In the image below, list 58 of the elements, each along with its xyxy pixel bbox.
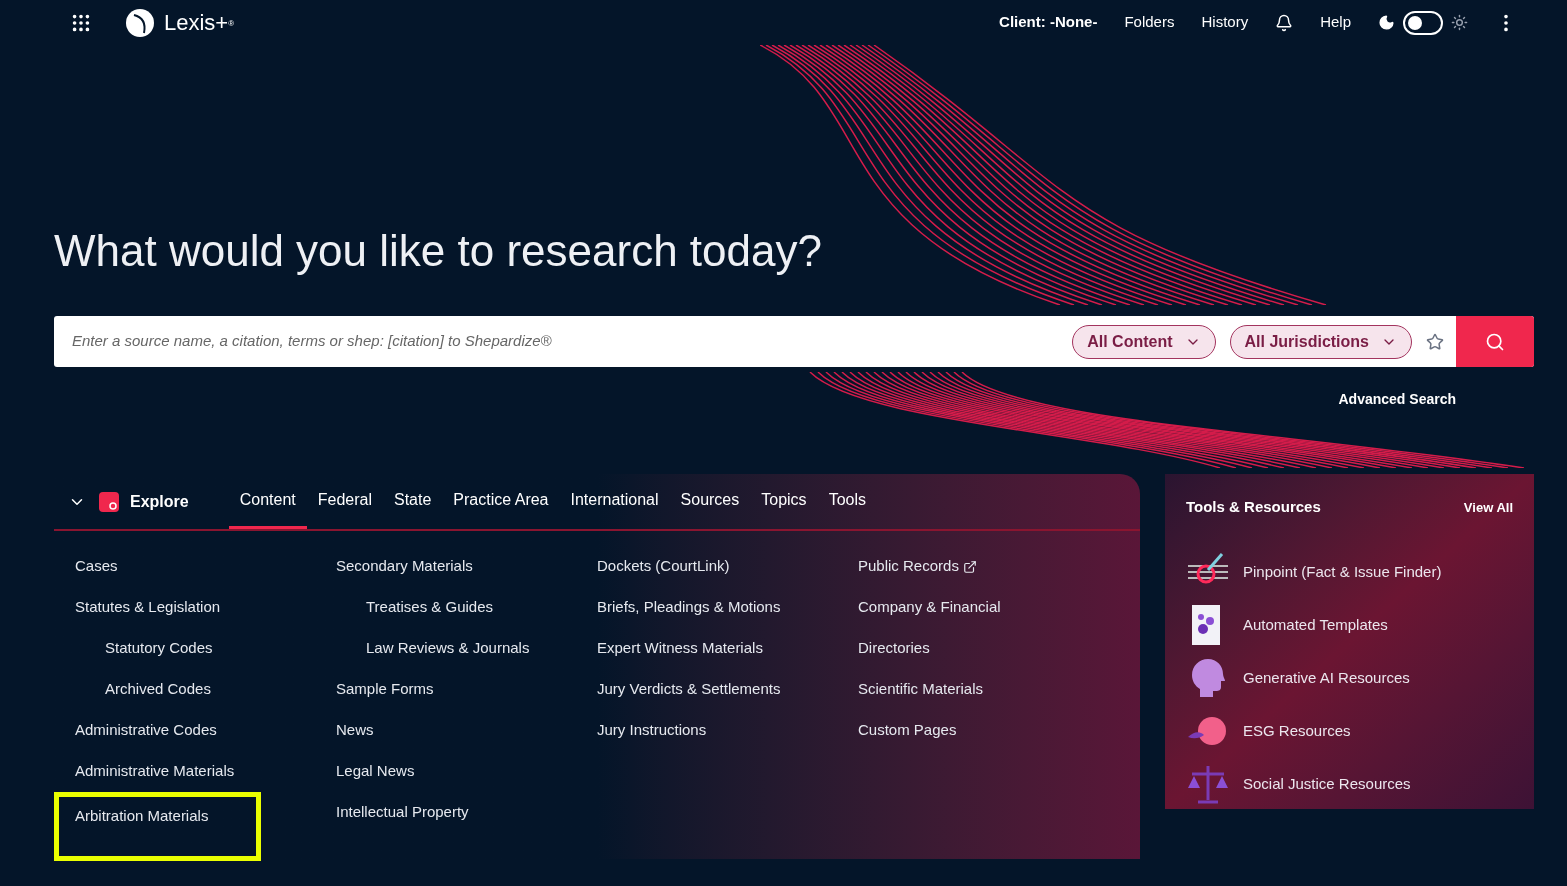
category-tab[interactable]: Federal (306, 474, 383, 529)
content-link[interactable]: Custom Pages (858, 719, 957, 742)
tool-link[interactable]: Automated Templates (1186, 598, 1513, 652)
page-heading: What would you like to research today? (54, 225, 823, 277)
content-link[interactable]: Dockets (CourtLink) (597, 555, 730, 578)
advanced-search-link[interactable]: Advanced Search (1338, 389, 1456, 410)
view-all-link[interactable]: View All (1463, 497, 1513, 517)
category-tab[interactable]: Sources (669, 474, 751, 529)
content-link[interactable]: Secondary Materials (336, 555, 473, 578)
content-link[interactable]: Sample Forms (336, 678, 434, 701)
moon-icon (1378, 14, 1395, 31)
sun-icon (1451, 14, 1468, 31)
nav-link[interactable]: History (1201, 11, 1249, 34)
content-link[interactable]: Arbitration Materials (54, 792, 262, 861)
tool-link[interactable]: ESG Resources (1186, 704, 1513, 758)
content-link[interactable]: Company & Financial (858, 596, 1001, 619)
content-link[interactable]: Statutes & Legislation (75, 596, 221, 619)
content-link[interactable]: Cases (75, 555, 118, 578)
filter-dropdown[interactable]: All Jurisdictions (1229, 324, 1412, 359)
content-link[interactable]: Public Records (858, 555, 977, 578)
content-link[interactable]: Intellectual Property (336, 801, 469, 824)
content-link[interactable]: Administrative Materials (75, 760, 235, 783)
explore-icon (98, 490, 120, 513)
content-link[interactable]: Directories (858, 637, 930, 660)
theme-toggle[interactable] (1403, 10, 1443, 35)
category-tab[interactable]: State (383, 474, 443, 529)
search-icon (1485, 331, 1505, 352)
category-tab[interactable]: Tools (817, 474, 877, 529)
content-link[interactable]: Law Reviews & Journals (366, 637, 530, 660)
content-link[interactable]: Archived Codes (105, 678, 211, 701)
logo-text: Lexis+$^{®}$ (164, 9, 235, 37)
content-link[interactable]: Jury Verdicts & Settlements (597, 678, 781, 701)
explore-title: Explore (130, 491, 189, 512)
tools-title: Tools & Resources (1186, 497, 1321, 517)
content-link[interactable]: Scientific Materials (858, 678, 984, 701)
help-link[interactable]: Help (1320, 11, 1351, 34)
content-link[interactable]: News (336, 719, 374, 742)
content-link[interactable]: Legal News (336, 760, 415, 783)
content-link[interactable]: Statutory Codes (105, 637, 213, 660)
nav-link[interactable]: Folders (1124, 11, 1175, 34)
content-link[interactable]: Treatises & Guides (366, 596, 493, 619)
category-tab[interactable]: International (559, 474, 670, 529)
content-link[interactable]: Administrative Codes (75, 719, 217, 742)
search-field[interactable]: Enter a source name, a citation, terms or shep: [citation] to Shepardize® All Content All Jurisdictions (54, 316, 1534, 367)
favorite-star-icon[interactable] (1426, 332, 1444, 351)
tool-link[interactable]: Social Justice Resources (1186, 757, 1513, 811)
tool-link[interactable]: Generative AI Resources (1186, 651, 1513, 705)
category-tab[interactable]: Practice Area (442, 474, 560, 529)
category-tab[interactable]: Content (228, 474, 307, 529)
content-link[interactable]: Expert Witness Materials (597, 637, 763, 660)
logo-icon (124, 6, 156, 39)
content-link[interactable]: Briefs, Pleadings & Motions (597, 596, 781, 619)
category-tab[interactable]: Topics (750, 474, 818, 529)
filter-dropdown[interactable]: All Content (1072, 324, 1216, 359)
content-link[interactable]: Jury Instructions (597, 719, 707, 742)
notifications-icon[interactable] (1275, 13, 1294, 32)
client-link[interactable]: Client: -None- (999, 11, 1098, 34)
tool-link[interactable]: Pinpoint (Fact & Issue Finder) (1186, 545, 1513, 599)
